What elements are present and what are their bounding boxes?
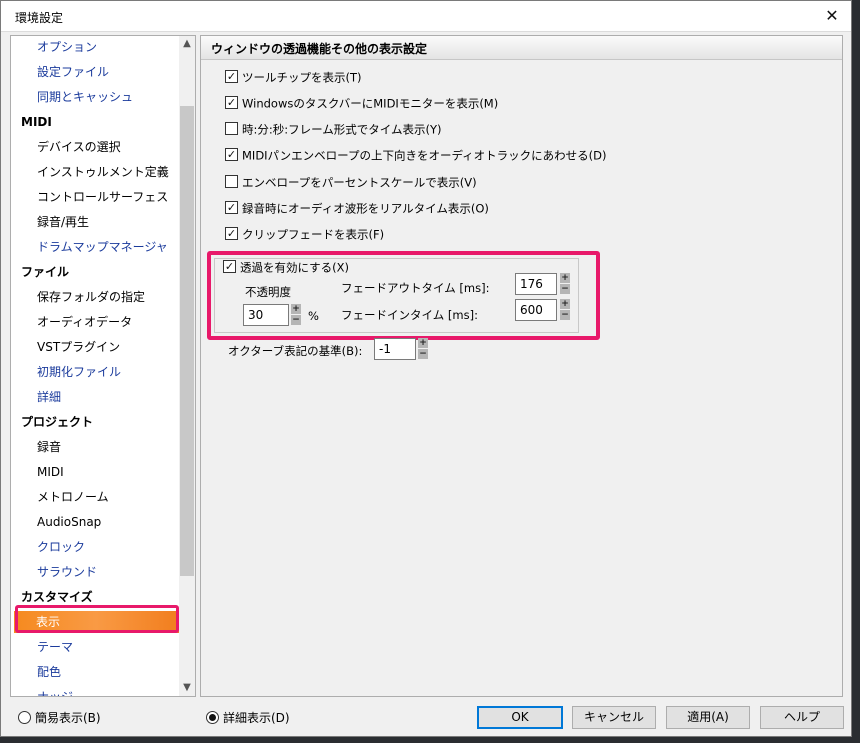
detail-view-label: 詳細表示(D) [223, 711, 290, 725]
tree-item[interactable]: 同期とキャッシュ [11, 86, 179, 108]
opacity-label: 不透明度 [245, 285, 291, 299]
option-checkbox[interactable]: ✓ 録音時にオーディオ波形をリアルタイム表示(O) [225, 199, 489, 217]
tree-item[interactable]: ドラムマップマネージャ [11, 236, 179, 258]
checkbox-checked-icon[interactable]: ✓ [225, 148, 238, 161]
apply-button[interactable]: 適用(A) [666, 706, 750, 729]
title-bar: 環境設定 ✕ [1, 1, 851, 32]
opacity-unit: % [308, 309, 319, 323]
fadeout-input[interactable]: 176 [515, 273, 557, 295]
tree-item[interactable]: コントロールサーフェス [11, 186, 179, 208]
option-checkbox-label: MIDIパンエンベロープの上下向きをオーディオトラックにあわせる(D) [242, 148, 607, 163]
tree-item[interactable]: オーディオデータ [11, 311, 179, 333]
transparency-group: ✓ 透過を有効にする(X) 不透明度 30 + − % フェードアウトタイム [m… [214, 258, 579, 333]
enable-transparency-check-icon[interactable]: ✓ [223, 260, 236, 273]
option-checkbox-label: エンベロープをパーセントスケールで表示(V) [242, 175, 477, 190]
tree-category[interactable]: ファイル [11, 261, 179, 283]
tree-item[interactable]: AudioSnap [11, 511, 179, 533]
option-checkbox[interactable]: 時:分:秒:フレーム形式でタイム表示(Y) [225, 120, 442, 138]
scroll-down-icon[interactable]: ▼ [179, 680, 195, 696]
enable-transparency-label: 透過を有効にする(X) [240, 260, 349, 275]
tree-item[interactable]: 録音 [11, 436, 179, 458]
help-button[interactable]: ヘルプ [760, 706, 844, 729]
decrement-icon[interactable]: − [560, 310, 570, 320]
cancel-button[interactable]: キャンセル [572, 706, 656, 729]
tree-item[interactable]: 初期化ファイル [11, 361, 179, 383]
tree-item[interactable]: オプション [11, 36, 179, 58]
scroll-thumb[interactable] [180, 106, 194, 576]
decrement-icon[interactable]: − [560, 284, 570, 294]
tree-item[interactable]: MIDI [11, 461, 179, 483]
checkbox-unchecked-icon[interactable] [225, 175, 238, 188]
opacity-input[interactable]: 30 [243, 304, 289, 326]
checkbox-checked-icon[interactable]: ✓ [225, 201, 238, 214]
increment-icon[interactable]: + [560, 273, 570, 283]
radio-off-icon[interactable] [18, 711, 31, 724]
checkbox-unchecked-icon[interactable] [225, 122, 238, 135]
decrement-icon[interactable]: − [418, 349, 428, 359]
tree-category[interactable]: プロジェクト [11, 411, 179, 433]
octave-label: オクターブ表記の基準(B): [228, 344, 363, 358]
tree-item[interactable]: メトロノーム [11, 486, 179, 508]
opacity-stepper[interactable]: + − [291, 304, 301, 326]
checkbox-checked-icon[interactable]: ✓ [225, 96, 238, 109]
enable-transparency-checkbox[interactable]: ✓ 透過を有効にする(X) [223, 258, 349, 276]
tree-item[interactable]: 保存フォルダの指定 [11, 286, 179, 308]
tree-item[interactable]: デバイスの選択 [11, 136, 179, 158]
simple-view-radio[interactable]: 簡易表示(B) [18, 710, 101, 726]
simple-view-label: 簡易表示(B) [35, 711, 101, 725]
settings-tree: オプション設定ファイル 同期とキャッシュ MIDI デバイスの選択 インストゥルメント定… [10, 35, 196, 697]
checkbox-checked-icon[interactable]: ✓ [225, 227, 238, 240]
option-checkbox-label: 時:分:秒:フレーム形式でタイム表示(Y) [242, 122, 442, 137]
option-checkbox-label: WindowsのタスクバーにMIDIモニターを表示(M) [242, 96, 499, 111]
increment-icon[interactable]: + [560, 299, 570, 309]
tree-item[interactable]: テーマ [11, 636, 179, 658]
tree-scrollbar[interactable]: ▲ ▼ [179, 36, 195, 696]
checkbox-checked-icon[interactable]: ✓ [225, 70, 238, 83]
scroll-up-icon[interactable]: ▲ [179, 36, 195, 52]
settings-dialog: 環境設定 ✕ オプション設定ファイル 同期とキャッシュ MIDI デバイスの選択 インス… [0, 0, 852, 737]
increment-icon[interactable]: + [291, 304, 301, 314]
tree-item[interactable]: 配色 [11, 661, 179, 683]
option-checkbox-label: クリップフェードを表示(F) [242, 227, 385, 242]
panel-header: ウィンドウの透過機能その他の表示設定 [201, 36, 842, 60]
decrement-icon[interactable]: − [291, 315, 301, 325]
option-checkbox[interactable]: ✓ WindowsのタスクバーにMIDIモニターを表示(M) [225, 94, 498, 112]
option-checkbox[interactable]: ✓ ツールチップを表示(T) [225, 68, 362, 86]
tree-list: オプション設定ファイル 同期とキャッシュ MIDI デバイスの選択 インストゥルメント定… [11, 36, 179, 696]
tree-item[interactable]: サラウンド [11, 561, 179, 583]
ok-button[interactable]: OK [477, 706, 563, 729]
octave-stepper[interactable]: + − [418, 338, 428, 360]
option-checkbox[interactable]: ✓ クリップフェードを表示(F) [225, 225, 384, 243]
fadein-label: フェードインタイム [ms]: [341, 308, 478, 322]
detail-view-radio[interactable]: 詳細表示(D) [206, 710, 290, 726]
option-checkbox[interactable]: ✓ MIDIパンエンベロープの上下向きをオーディオトラックにあわせる(D) [225, 146, 606, 164]
tree-item[interactable]: インストゥルメント定義 [11, 161, 179, 183]
background-window-edge [852, 0, 860, 743]
tree-item[interactable]: 詳細 [11, 386, 179, 408]
panel-title: ウィンドウの透過機能その他の表示設定 [211, 42, 428, 56]
tree-item[interactable]: ナッジ [11, 686, 179, 696]
fadeout-label: フェードアウトタイム [ms]: [341, 281, 490, 295]
settings-panel: ウィンドウの透過機能その他の表示設定 ✓ ツールチップを表示(T) ✓ Windows… [200, 35, 843, 697]
fadein-input[interactable]: 600 [515, 299, 557, 321]
option-checkbox-label: ツールチップを表示(T) [242, 70, 362, 85]
tree-item[interactable]: クロック [11, 536, 179, 558]
window-title: 環境設定 [15, 11, 64, 25]
option-checkbox-label: 録音時にオーディオ波形をリアルタイム表示(O) [242, 201, 489, 216]
tree-category[interactable]: MIDI [11, 111, 179, 133]
tree-item[interactable]: VSTプラグイン [11, 336, 179, 358]
option-checkbox[interactable]: エンベロープをパーセントスケールで表示(V) [225, 173, 477, 191]
selection-highlight-frame [15, 605, 179, 633]
fadeout-stepper[interactable]: + − [560, 273, 570, 295]
tree-item[interactable]: 設定ファイル [11, 61, 179, 83]
radio-on-icon[interactable] [206, 711, 219, 724]
close-icon[interactable]: ✕ [819, 4, 845, 28]
fadein-stepper[interactable]: + − [560, 299, 570, 321]
octave-input[interactable]: -1 [374, 338, 416, 360]
tree-item[interactable]: 録音/再生 [11, 211, 179, 233]
background-window-bottom [0, 737, 860, 743]
increment-icon[interactable]: + [418, 338, 428, 348]
